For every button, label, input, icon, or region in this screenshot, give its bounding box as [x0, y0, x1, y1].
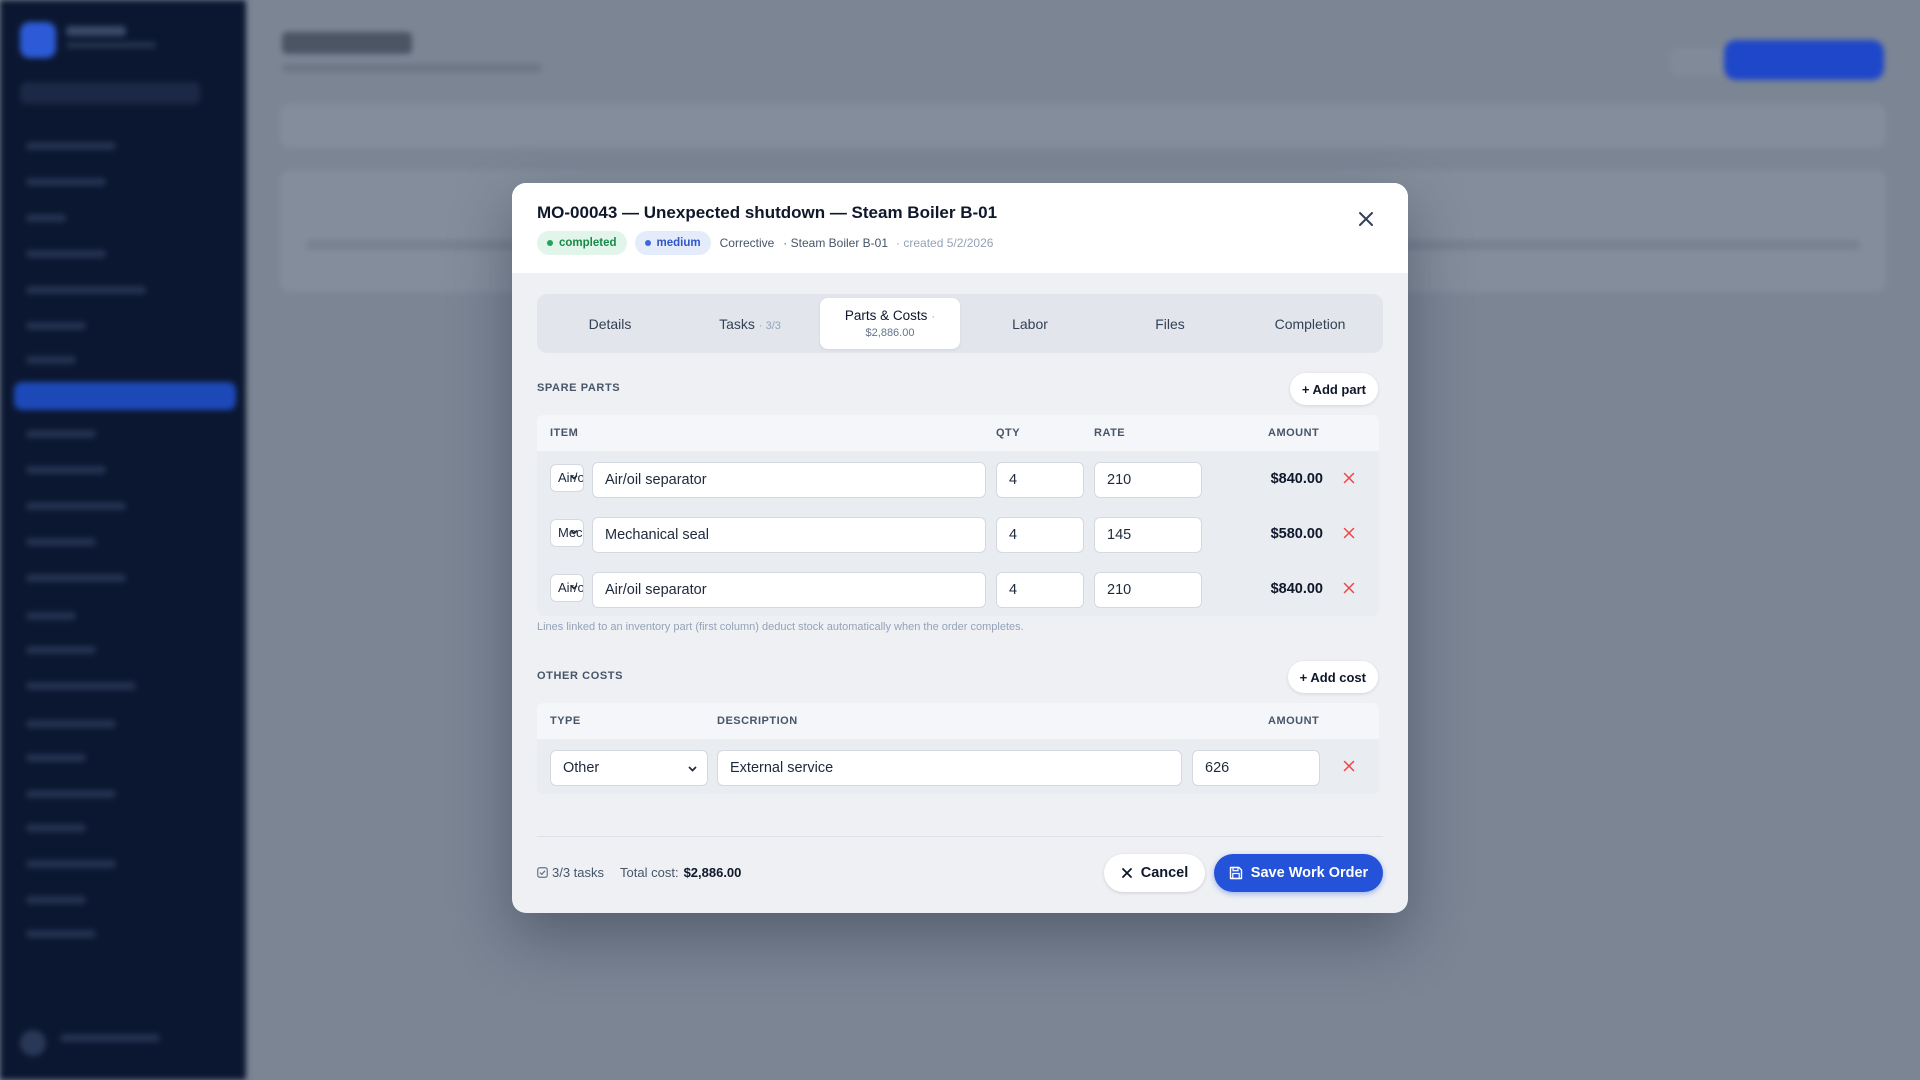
- status-badge: completed: [537, 231, 627, 255]
- select-value: Other: [563, 760, 600, 776]
- tab-files[interactable]: Files: [1100, 298, 1240, 349]
- tab-total: $2,886.00: [865, 327, 915, 339]
- tab-bar: Details Tasks · 3/3 Parts & Costs · $2,886…: [537, 294, 1383, 353]
- total-cost-value: $2,886.00: [683, 865, 742, 880]
- tab-parts-costs[interactable]: Parts & Costs · $2,886.00: [820, 298, 960, 349]
- chevron-down-icon: [570, 474, 578, 480]
- tab-details[interactable]: Details: [540, 298, 680, 349]
- tab-completion[interactable]: Completion: [1240, 298, 1380, 349]
- status-dot-icon: [547, 240, 553, 246]
- inventory-part-select[interactable]: Air/oil separator: [550, 464, 584, 492]
- checkbox-icon: [537, 867, 548, 878]
- delete-icon[interactable]: [1343, 760, 1355, 772]
- modal-meta: completed medium Corrective · Steam Boil…: [537, 231, 993, 255]
- qty-input[interactable]: 4: [996, 462, 1084, 498]
- spare-parts-table: ITEM QTY RATE AMOUNT Air/oil separator A…: [537, 415, 1379, 616]
- tab-label: Parts & Costs: [844, 308, 928, 323]
- column-header-type: TYPE: [550, 715, 581, 727]
- inventory-note: Lines linked to an inventory part (first…: [537, 621, 1024, 633]
- table-header: ITEM QTY RATE AMOUNT: [537, 415, 1379, 451]
- add-cost-button[interactable]: + Add cost: [1287, 661, 1378, 693]
- save-work-order-button[interactable]: Save Work Order: [1214, 854, 1383, 892]
- item-input[interactable]: Air/oil separator: [592, 572, 986, 608]
- cancel-button[interactable]: Cancel: [1104, 854, 1205, 892]
- column-header-description: DESCRIPTION: [717, 715, 798, 727]
- close-icon: [1121, 868, 1132, 878]
- tab-label: Tasks: [719, 315, 755, 332]
- cost-amount-input[interactable]: 626: [1192, 750, 1320, 786]
- rate-input[interactable]: 210: [1094, 572, 1202, 608]
- tab-label: Details: [588, 315, 632, 332]
- work-order-modal: MO-00043 — Unexpected shutdown — Steam B…: [512, 183, 1408, 913]
- tasks-summary: 3/3 tasks: [552, 865, 605, 880]
- created-date: · created 5/2/2026: [896, 236, 994, 250]
- table-row: Air/oil separator Air/oil separator 4 21…: [537, 451, 1379, 506]
- cancel-label: Cancel: [1140, 865, 1189, 881]
- modal-title: MO-00043 — Unexpected shutdown — Steam B…: [537, 203, 998, 222]
- qty-input[interactable]: 4: [996, 572, 1084, 608]
- status-label: completed: [559, 237, 617, 249]
- tab-count: · 3/3: [758, 319, 781, 332]
- item-input[interactable]: Air/oil separator: [592, 462, 986, 498]
- line-amount: $580.00: [1270, 526, 1323, 542]
- tab-count: ·: [931, 311, 936, 323]
- save-label: Save Work Order: [1250, 865, 1369, 881]
- modal-header: MO-00043 — Unexpected shutdown — Steam B…: [512, 183, 1408, 273]
- order-type: Corrective: [719, 236, 775, 250]
- cost-type-select[interactable]: Other: [550, 750, 708, 786]
- asset-name: · Steam Boiler B-01: [783, 236, 889, 250]
- tab-label: Completion: [1274, 315, 1346, 332]
- table-row: Mechanical seal Mechanical seal 4 145 $5…: [537, 506, 1379, 561]
- spare-parts-heading: SPARE PARTS: [537, 382, 621, 394]
- delete-icon[interactable]: [1343, 527, 1355, 539]
- table-row: Air/oil separator Air/oil separator 4 21…: [537, 561, 1379, 616]
- chevron-down-icon: [570, 584, 578, 590]
- line-amount: $840.00: [1270, 581, 1323, 597]
- delete-icon[interactable]: [1343, 582, 1355, 594]
- column-header-item: ITEM: [550, 427, 579, 439]
- inventory-part-select[interactable]: Air/oil separator: [550, 574, 584, 602]
- footer-divider: [537, 836, 1383, 837]
- chevron-down-icon: [570, 529, 578, 535]
- priority-badge: medium: [634, 231, 711, 255]
- other-costs-heading: OTHER COSTS: [537, 670, 624, 682]
- tab-tasks[interactable]: Tasks · 3/3: [680, 298, 820, 349]
- close-icon[interactable]: [1354, 207, 1378, 231]
- cost-description-input[interactable]: External service: [717, 750, 1182, 786]
- table-header: TYPE DESCRIPTION AMOUNT: [537, 703, 1379, 739]
- add-part-button[interactable]: + Add part: [1289, 373, 1378, 405]
- rate-input[interactable]: 210: [1094, 462, 1202, 498]
- column-header-amount: AMOUNT: [1268, 427, 1320, 439]
- table-row: Other External service 626: [537, 739, 1379, 794]
- item-input[interactable]: Mechanical seal: [592, 517, 986, 553]
- inventory-part-select[interactable]: Mechanical seal: [550, 519, 584, 547]
- tab-label: Labor: [1012, 315, 1048, 332]
- chevron-down-icon: [688, 766, 697, 772]
- tab-labor[interactable]: Labor: [960, 298, 1100, 349]
- column-header-rate: RATE: [1094, 427, 1126, 439]
- save-icon: [1229, 866, 1242, 880]
- footer-summary: 3/3 tasks Total cost: $2,886.00: [537, 865, 741, 880]
- other-costs-table: TYPE DESCRIPTION AMOUNT Other External s…: [537, 703, 1379, 794]
- line-amount: $840.00: [1270, 471, 1323, 487]
- rate-input[interactable]: 145: [1094, 517, 1202, 553]
- delete-icon[interactable]: [1343, 472, 1355, 484]
- column-header-qty: QTY: [996, 427, 1021, 439]
- priority-dot-icon: [644, 240, 651, 246]
- qty-input[interactable]: 4: [996, 517, 1084, 553]
- tab-label: Files: [1155, 315, 1185, 332]
- column-header-amount: AMOUNT: [1268, 715, 1320, 727]
- priority-label: medium: [656, 237, 701, 249]
- total-cost-label: Total cost:: [620, 865, 679, 880]
